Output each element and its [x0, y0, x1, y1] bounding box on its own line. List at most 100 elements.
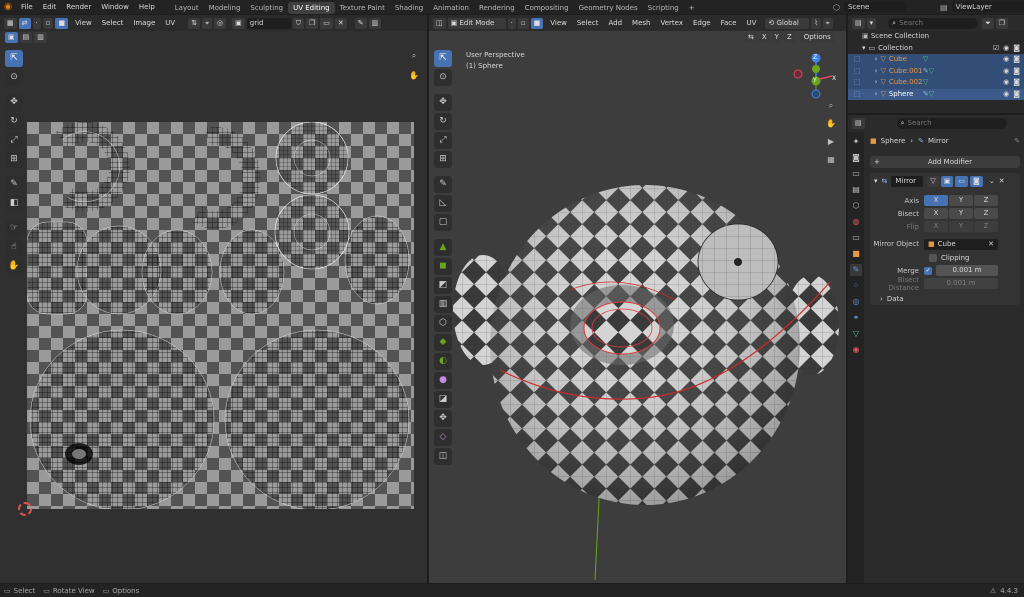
uv-menu-uv[interactable]: UV: [160, 15, 180, 31]
outliner-scene-collection[interactable]: ▣ Scene Collection: [848, 31, 1024, 43]
collection-visibility-icon[interactable]: ◉: [1003, 43, 1009, 55]
mirror-axis-y[interactable]: Y: [771, 32, 782, 43]
uv-menu-view[interactable]: View: [70, 15, 97, 31]
menu-help[interactable]: Help: [134, 0, 160, 14]
outliner-filter-icon[interactable]: ⏷: [982, 17, 994, 29]
tab-scripting[interactable]: Scripting: [643, 2, 684, 14]
outliner-editor-type-icon[interactable]: ▤: [852, 17, 865, 29]
uv-face-select-icon[interactable]: ■: [55, 17, 69, 29]
tab-render-icon[interactable]: ◙: [850, 152, 862, 164]
snap-icon[interactable]: ⌖: [202, 17, 213, 29]
mirror-options-icon[interactable]: ⇆: [745, 32, 757, 43]
viewport-menu-vertex[interactable]: Vertex: [655, 15, 688, 31]
blender-logo-icon[interactable]: ◉: [0, 2, 16, 12]
menu-window[interactable]: Window: [96, 0, 134, 14]
zoom-icon[interactable]: ⌕: [408, 50, 420, 62]
image-name-field[interactable]: grid: [246, 17, 291, 29]
tab-physics-icon[interactable]: ◎: [850, 296, 862, 308]
select-new-icon[interactable]: ▣: [5, 32, 18, 43]
image-browse-icon[interactable]: ▣: [232, 17, 245, 29]
viewport-menu-uv[interactable]: UV: [741, 15, 761, 31]
flip-x-toggle[interactable]: X: [924, 221, 948, 232]
panel-collapse-icon[interactable]: ▾: [874, 177, 878, 185]
tool-rip-icon[interactable]: ◧: [5, 195, 23, 212]
open-image-icon[interactable]: ▭: [320, 17, 333, 29]
data-subpanel[interactable]: › Data: [870, 292, 1020, 306]
tab-compositing[interactable]: Compositing: [520, 2, 574, 14]
view-layer-selector[interactable]: ▤ ViewLayer: [940, 0, 1024, 14]
flip-y-toggle[interactable]: Y: [949, 221, 973, 232]
tab-rendering[interactable]: Rendering: [474, 2, 520, 14]
editor-type-icon[interactable]: ▦: [4, 17, 17, 29]
visibility-icon[interactable]: ◉: [1003, 77, 1009, 89]
viewport-menu-edge[interactable]: Edge: [688, 15, 716, 31]
modifier-dropdown-icon[interactable]: ⌄: [989, 177, 995, 185]
tab-geometry-nodes[interactable]: Geometry Nodes: [574, 2, 643, 14]
render-toggle-icon[interactable]: ◙: [970, 175, 983, 187]
viewport-menu-face[interactable]: Face: [716, 15, 742, 31]
bisect-x-toggle[interactable]: X: [924, 208, 948, 219]
menu-file[interactable]: File: [16, 0, 38, 14]
modifier-delete-icon[interactable]: ✕: [999, 177, 1005, 185]
visibility-icon[interactable]: ◉: [1003, 66, 1009, 78]
outliner-new-collection-icon[interactable]: ❐: [995, 17, 1009, 29]
tab-scene-icon[interactable]: ⬡: [850, 200, 862, 212]
new-image-icon[interactable]: ❐: [306, 17, 319, 29]
viewport-toggle-icon[interactable]: ▭: [955, 175, 969, 187]
tab-shading[interactable]: Shading: [390, 2, 428, 14]
visibility-icon[interactable]: ◉: [1003, 54, 1009, 66]
display-channels-icon[interactable]: ▥: [368, 17, 382, 29]
viewport-options-button[interactable]: Options: [800, 32, 834, 43]
tab-tool-icon[interactable]: ✦: [850, 136, 862, 148]
viewport-menu-mesh[interactable]: Mesh: [627, 15, 655, 31]
uv-texture-canvas[interactable]: [27, 122, 414, 509]
uv-2d-cursor-icon[interactable]: [18, 502, 32, 516]
axis-y-toggle[interactable]: Y: [949, 195, 973, 206]
scene-name[interactable]: Scene: [843, 2, 906, 12]
viewport-snap-icon[interactable]: ⌖: [822, 17, 833, 29]
vp-tool-select-icon[interactable]: ⇱: [434, 50, 452, 67]
tool-annotate-icon[interactable]: ✎: [5, 176, 23, 193]
mirror-object-field[interactable]: ■ Cube ✕: [924, 238, 998, 250]
uv-edge-select-icon[interactable]: ▫: [42, 17, 54, 29]
proportional-icon[interactable]: ◎: [214, 17, 227, 29]
outliner-collection[interactable]: ▾ ▭ Collection ☑ ◉ ◙: [848, 43, 1024, 55]
tool-grab-icon[interactable]: ☞: [5, 220, 23, 237]
tab-modifiers-icon[interactable]: ✎: [850, 264, 862, 276]
outliner-search[interactable]: ⌕ Search: [888, 17, 979, 29]
render-icon[interactable]: ◙: [1013, 89, 1020, 101]
menu-edit[interactable]: Edit: [38, 0, 62, 14]
navigation-gizmo[interactable]: Z Y X: [792, 52, 840, 100]
network-icon[interactable]: ⚠: [990, 587, 996, 595]
flip-z-toggle[interactable]: Z: [974, 221, 998, 232]
uv-vertex-select-icon[interactable]: ·: [32, 17, 41, 29]
uv-sync-icon[interactable]: ⇄: [18, 17, 31, 29]
outliner-item-cube-002[interactable]: ⬚ › ▽ Cube.002 ▽ ◉ ◙: [848, 77, 1024, 89]
render-icon[interactable]: ◙: [1013, 77, 1020, 89]
tab-collection-icon[interactable]: ▭: [850, 232, 862, 244]
edge-select-mode-icon[interactable]: ▫: [517, 17, 529, 29]
breadcrumb-pin-icon[interactable]: ✎: [1014, 137, 1020, 145]
visibility-icon[interactable]: ◉: [1003, 89, 1009, 101]
tab-layout[interactable]: Layout: [170, 2, 204, 14]
tab-material-icon[interactable]: ◉: [850, 344, 862, 356]
add-workspace-button[interactable]: +: [684, 2, 700, 14]
outliner-item-cube-001[interactable]: ⬚ › ▽ Cube.001 ✎ ▽ ◉ ◙: [848, 65, 1024, 78]
bisect-z-toggle[interactable]: Z: [974, 208, 998, 219]
mode-selector[interactable]: ▣ Edit Mode: [447, 17, 506, 29]
tab-constraints-icon[interactable]: ⚭: [850, 312, 862, 324]
clipping-checkbox[interactable]: [929, 253, 937, 262]
on-cage-toggle-icon[interactable]: ▣: [940, 175, 954, 187]
uv-menu-image[interactable]: Image: [128, 15, 160, 31]
properties-editor-type-icon[interactable]: ▤: [852, 117, 865, 129]
tab-world-icon[interactable]: ◍: [850, 216, 862, 228]
unlink-image-icon[interactable]: ✕: [334, 17, 347, 29]
merge-distance-field[interactable]: 0.001 m: [936, 265, 998, 276]
tool-tweak-icon[interactable]: ⇱: [5, 50, 23, 67]
select-extend-icon[interactable]: ▤: [19, 32, 33, 43]
tab-uv-editing[interactable]: UV Editing: [288, 1, 335, 14]
tab-data-icon[interactable]: ▽: [850, 328, 862, 340]
scene-selector[interactable]: ⬡ Scene: [833, 0, 906, 14]
vp-tool-cursor-icon[interactable]: ⊙: [434, 69, 452, 86]
vp-tool-move-icon[interactable]: ✥: [434, 94, 452, 111]
